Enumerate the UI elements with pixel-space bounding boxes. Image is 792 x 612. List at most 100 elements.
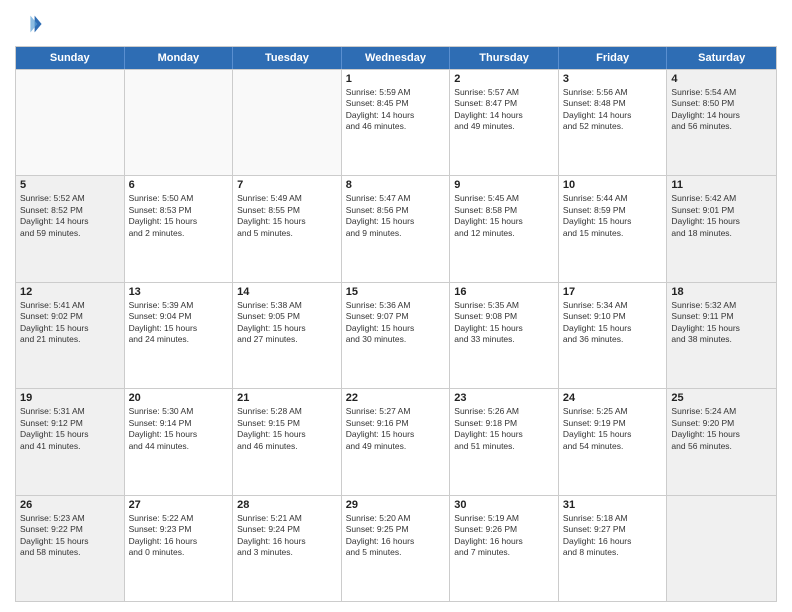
calendar-cell-day-13: 13Sunrise: 5:39 AM Sunset: 9:04 PM Dayli… <box>125 283 234 388</box>
weekday-header-saturday: Saturday <box>667 47 776 69</box>
day-number: 3 <box>563 73 663 85</box>
day-number: 5 <box>20 179 120 191</box>
calendar-row-1: 5 Sunrise: 5:52 AM Sunset: 8:52 PM Daylig… <box>16 175 776 281</box>
calendar-cell-day-6: 6 Sunrise: 5:50 AM Sunset: 8:53 PM Daylig… <box>125 176 234 281</box>
day-number: 16 <box>454 286 554 298</box>
day-number: 26 <box>20 499 120 511</box>
calendar-row-4: 26 Sunrise: 5:23 AM Sunset: 9:22 PM Dayli… <box>16 495 776 601</box>
calendar-row-3: 19 Sunrise: 5:31 AM Sunset: 9:12 PM Dayli… <box>16 388 776 494</box>
calendar-cell-day-20: 20 Sunrise: 5:30 AM Sunset: 9:14 PM Dayli… <box>125 389 234 494</box>
day-info: Sunrise: 5:38 AM Sunset: 9:05 PM Dayligh… <box>237 300 337 346</box>
calendar-cell-empty <box>125 70 234 175</box>
day-number: 25 <box>671 392 772 404</box>
calendar-cell-day-19: 19 Sunrise: 5:31 AM Sunset: 9:12 PM Dayli… <box>16 389 125 494</box>
day-number: 11 <box>671 179 772 191</box>
day-number: 12 <box>20 286 120 298</box>
day-number: 20 <box>129 392 229 404</box>
day-number: 10 <box>563 179 663 191</box>
day-info: Sunrise: 5:47 AM Sunset: 8:56 PM Dayligh… <box>346 193 446 239</box>
day-info: Sunrise: 5:26 AM Sunset: 9:18 PM Dayligh… <box>454 406 554 452</box>
day-number: 28 <box>237 499 337 511</box>
calendar-row-2: 12Sunrise: 5:41 AM Sunset: 9:02 PM Dayli… <box>16 282 776 388</box>
day-info: Sunrise: 5:52 AM Sunset: 8:52 PM Dayligh… <box>20 193 120 239</box>
calendar-cell-day-8: 8 Sunrise: 5:47 AM Sunset: 8:56 PM Daylig… <box>342 176 451 281</box>
day-info: Sunrise: 5:56 AM Sunset: 8:48 PM Dayligh… <box>563 87 663 133</box>
calendar-cell-empty <box>16 70 125 175</box>
day-info: Sunrise: 5:50 AM Sunset: 8:53 PM Dayligh… <box>129 193 229 239</box>
calendar-cell-day-4: 4 Sunrise: 5:54 AM Sunset: 8:50 PM Daylig… <box>667 70 776 175</box>
day-number: 8 <box>346 179 446 191</box>
calendar-cell-empty <box>233 70 342 175</box>
calendar-cell-day-11: 11Sunrise: 5:42 AM Sunset: 9:01 PM Dayli… <box>667 176 776 281</box>
calendar-cell-day-27: 27 Sunrise: 5:22 AM Sunset: 9:23 PM Dayli… <box>125 496 234 601</box>
calendar-cell-day-12: 12Sunrise: 5:41 AM Sunset: 9:02 PM Dayli… <box>16 283 125 388</box>
day-number: 30 <box>454 499 554 511</box>
day-info: Sunrise: 5:19 AM Sunset: 9:26 PM Dayligh… <box>454 513 554 559</box>
day-number: 22 <box>346 392 446 404</box>
calendar-cell-day-29: 29Sunrise: 5:20 AM Sunset: 9:25 PM Dayli… <box>342 496 451 601</box>
day-info: Sunrise: 5:31 AM Sunset: 9:12 PM Dayligh… <box>20 406 120 452</box>
calendar-cell-day-17: 17 Sunrise: 5:34 AM Sunset: 9:10 PM Dayli… <box>559 283 668 388</box>
calendar-cell-day-28: 28 Sunrise: 5:21 AM Sunset: 9:24 PM Dayli… <box>233 496 342 601</box>
weekday-header-monday: Monday <box>125 47 234 69</box>
weekday-header-friday: Friday <box>559 47 668 69</box>
calendar-cell-day-26: 26 Sunrise: 5:23 AM Sunset: 9:22 PM Dayli… <box>16 496 125 601</box>
day-number: 19 <box>20 392 120 404</box>
day-number: 27 <box>129 499 229 511</box>
calendar-cell-day-22: 22 Sunrise: 5:27 AM Sunset: 9:16 PM Dayli… <box>342 389 451 494</box>
day-info: Sunrise: 5:34 AM Sunset: 9:10 PM Dayligh… <box>563 300 663 346</box>
weekday-header-thursday: Thursday <box>450 47 559 69</box>
calendar-cell-day-24: 24Sunrise: 5:25 AM Sunset: 9:19 PM Dayli… <box>559 389 668 494</box>
day-info: Sunrise: 5:18 AM Sunset: 9:27 PM Dayligh… <box>563 513 663 559</box>
calendar-cell-day-25: 25 Sunrise: 5:24 AM Sunset: 9:20 PM Dayli… <box>667 389 776 494</box>
day-number: 2 <box>454 73 554 85</box>
calendar-cell-day-14: 14 Sunrise: 5:38 AM Sunset: 9:05 PM Dayli… <box>233 283 342 388</box>
day-info: Sunrise: 5:21 AM Sunset: 9:24 PM Dayligh… <box>237 513 337 559</box>
day-number: 31 <box>563 499 663 511</box>
day-info: Sunrise: 5:39 AM Sunset: 9:04 PM Dayligh… <box>129 300 229 346</box>
day-info: Sunrise: 5:24 AM Sunset: 9:20 PM Dayligh… <box>671 406 772 452</box>
calendar-cell-day-9: 9 Sunrise: 5:45 AM Sunset: 8:58 PM Daylig… <box>450 176 559 281</box>
calendar-cell-day-16: 16 Sunrise: 5:35 AM Sunset: 9:08 PM Dayli… <box>450 283 559 388</box>
calendar-cell-day-23: 23 Sunrise: 5:26 AM Sunset: 9:18 PM Dayli… <box>450 389 559 494</box>
day-info: Sunrise: 5:59 AM Sunset: 8:45 PM Dayligh… <box>346 87 446 133</box>
day-info: Sunrise: 5:36 AM Sunset: 9:07 PM Dayligh… <box>346 300 446 346</box>
logo-icon <box>15 10 43 38</box>
day-info: Sunrise: 5:35 AM Sunset: 9:08 PM Dayligh… <box>454 300 554 346</box>
day-number: 7 <box>237 179 337 191</box>
weekday-header-tuesday: Tuesday <box>233 47 342 69</box>
day-info: Sunrise: 5:32 AM Sunset: 9:11 PM Dayligh… <box>671 300 772 346</box>
calendar-cell-day-30: 30 Sunrise: 5:19 AM Sunset: 9:26 PM Dayli… <box>450 496 559 601</box>
day-info: Sunrise: 5:30 AM Sunset: 9:14 PM Dayligh… <box>129 406 229 452</box>
day-number: 6 <box>129 179 229 191</box>
calendar-cell-day-18: 18Sunrise: 5:32 AM Sunset: 9:11 PM Dayli… <box>667 283 776 388</box>
day-info: Sunrise: 5:45 AM Sunset: 8:58 PM Dayligh… <box>454 193 554 239</box>
day-number: 4 <box>671 73 772 85</box>
day-number: 15 <box>346 286 446 298</box>
day-number: 14 <box>237 286 337 298</box>
day-number: 21 <box>237 392 337 404</box>
day-number: 1 <box>346 73 446 85</box>
day-info: Sunrise: 5:25 AM Sunset: 9:19 PM Dayligh… <box>563 406 663 452</box>
calendar-cell-empty <box>667 496 776 601</box>
calendar: SundayMondayTuesdayWednesdayThursdayFrid… <box>15 46 777 602</box>
day-number: 17 <box>563 286 663 298</box>
weekday-header-sunday: Sunday <box>16 47 125 69</box>
calendar-cell-day-2: 2Sunrise: 5:57 AM Sunset: 8:47 PM Daylig… <box>450 70 559 175</box>
calendar-header: SundayMondayTuesdayWednesdayThursdayFrid… <box>16 47 776 69</box>
calendar-body: 1 Sunrise: 5:59 AM Sunset: 8:45 PM Daylig… <box>16 69 776 601</box>
day-info: Sunrise: 5:22 AM Sunset: 9:23 PM Dayligh… <box>129 513 229 559</box>
day-number: 9 <box>454 179 554 191</box>
calendar-row-0: 1 Sunrise: 5:59 AM Sunset: 8:45 PM Daylig… <box>16 69 776 175</box>
header <box>15 10 777 38</box>
calendar-cell-day-15: 15 Sunrise: 5:36 AM Sunset: 9:07 PM Dayli… <box>342 283 451 388</box>
day-info: Sunrise: 5:23 AM Sunset: 9:22 PM Dayligh… <box>20 513 120 559</box>
calendar-cell-day-5: 5 Sunrise: 5:52 AM Sunset: 8:52 PM Daylig… <box>16 176 125 281</box>
calendar-cell-day-1: 1 Sunrise: 5:59 AM Sunset: 8:45 PM Daylig… <box>342 70 451 175</box>
day-info: Sunrise: 5:27 AM Sunset: 9:16 PM Dayligh… <box>346 406 446 452</box>
calendar-cell-day-7: 7Sunrise: 5:49 AM Sunset: 8:55 PM Daylig… <box>233 176 342 281</box>
calendar-cell-day-3: 3 Sunrise: 5:56 AM Sunset: 8:48 PM Daylig… <box>559 70 668 175</box>
calendar-cell-day-31: 31 Sunrise: 5:18 AM Sunset: 9:27 PM Dayli… <box>559 496 668 601</box>
day-info: Sunrise: 5:54 AM Sunset: 8:50 PM Dayligh… <box>671 87 772 133</box>
day-number: 23 <box>454 392 554 404</box>
